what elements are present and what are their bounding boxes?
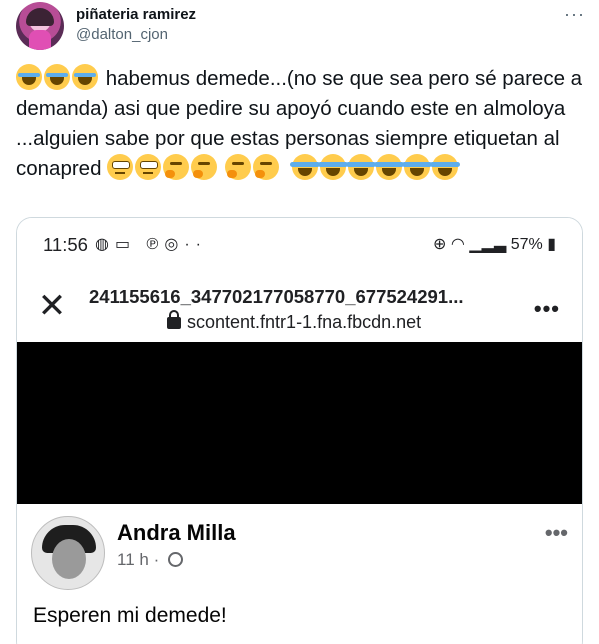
- tweet-header: piñateria ramirez @dalton_cjon ···: [16, 0, 591, 62]
- tweet-text: habemus demede...(no se que sea pero sé …: [16, 64, 586, 184]
- avatar[interactable]: [16, 2, 64, 50]
- user-handle[interactable]: @dalton_cjon: [76, 26, 168, 43]
- fb-post-meta: 11 h ·: [117, 550, 183, 570]
- chat-icon: ▭: [114, 236, 137, 253]
- fb-post-text: Esperen mi demede!: [33, 604, 227, 627]
- fb-meta-dot: ·: [153, 550, 160, 569]
- thinking-face-icon: [252, 154, 279, 180]
- loudly-crying-face-icon: [44, 64, 70, 90]
- domain-text: scontent.fntr1-1.fna.fbcdn.net: [187, 312, 422, 332]
- fb-more-icon[interactable]: •••: [545, 520, 568, 546]
- pinterest-icon: ℗: [146, 236, 165, 253]
- wifi-icon: ◠: [450, 236, 465, 253]
- face-with-rolling-eyes-icon: [135, 154, 162, 180]
- face-with-tears-of-joy-icon: [290, 154, 321, 180]
- face-with-tears-of-joy-icon: [346, 154, 377, 180]
- more-options-icon[interactable]: ···: [564, 4, 585, 25]
- display-name[interactable]: piñateria ramirez: [76, 6, 196, 23]
- location-icon: ⊕: [433, 236, 447, 253]
- phone-status-bar: 11:56 ◍▭ ℗◎·· ⊕ ◠ ▁▂▃ 57% ▮: [17, 218, 582, 270]
- lock-icon: [167, 310, 181, 329]
- face-with-tears-of-joy-icon: [374, 154, 405, 180]
- face-with-rolling-eyes-icon: [107, 154, 134, 180]
- file-title: 241155616_347702177058770_677524291...: [89, 286, 464, 307]
- face-with-tears-of-joy-icon: [318, 154, 349, 180]
- thinking-face-icon: [163, 154, 190, 180]
- status-right-icons: ⊕ ◠ ▁▂▃ 57% ▮: [433, 234, 556, 254]
- thinking-face-icon: [224, 154, 251, 180]
- url-domain: scontent.fntr1-1.fna.fbcdn.net: [167, 310, 422, 333]
- more-dots-icon: ··: [184, 236, 207, 253]
- fb-post-time: 11 h: [117, 550, 149, 569]
- close-icon[interactable]: ✕: [37, 289, 67, 323]
- image-black-area: [17, 342, 582, 504]
- battery-icon: ▮: [547, 236, 556, 253]
- facebook-post: Andra Milla 11 h · ••• Esperen mi demede…: [17, 504, 582, 644]
- globe-icon: [167, 552, 183, 567]
- battery-percent: 57%: [510, 236, 543, 253]
- avatar-hair: [26, 8, 54, 26]
- fb-author-name[interactable]: Andra Milla: [117, 520, 236, 546]
- fb-avatar-face: [52, 539, 86, 579]
- avatar-body: [29, 30, 51, 50]
- loudly-crying-face-icon: [72, 64, 98, 90]
- face-with-tears-of-joy-icon: [402, 154, 433, 180]
- status-time: 11:56: [43, 234, 88, 255]
- status-left-icons: ◍▭ ℗◎··: [95, 234, 207, 254]
- thinking-face-icon: [191, 154, 218, 180]
- face-with-tears-of-joy-icon: [430, 154, 461, 180]
- attached-screenshot[interactable]: 11:56 ◍▭ ℗◎·· ⊕ ◠ ▁▂▃ 57% ▮ ✕ 241155616_…: [16, 217, 583, 644]
- instagram-icon: ◎: [164, 236, 185, 253]
- loudly-crying-face-icon: [16, 64, 42, 90]
- browser-bar: ✕ 241155616_347702177058770_677524291...…: [17, 270, 582, 342]
- fb-avatar[interactable]: [31, 516, 105, 590]
- menu-dots-icon[interactable]: •••: [534, 296, 560, 322]
- signal-icon: ▁▂▃: [469, 236, 507, 253]
- messenger-icon: ◍: [95, 236, 115, 253]
